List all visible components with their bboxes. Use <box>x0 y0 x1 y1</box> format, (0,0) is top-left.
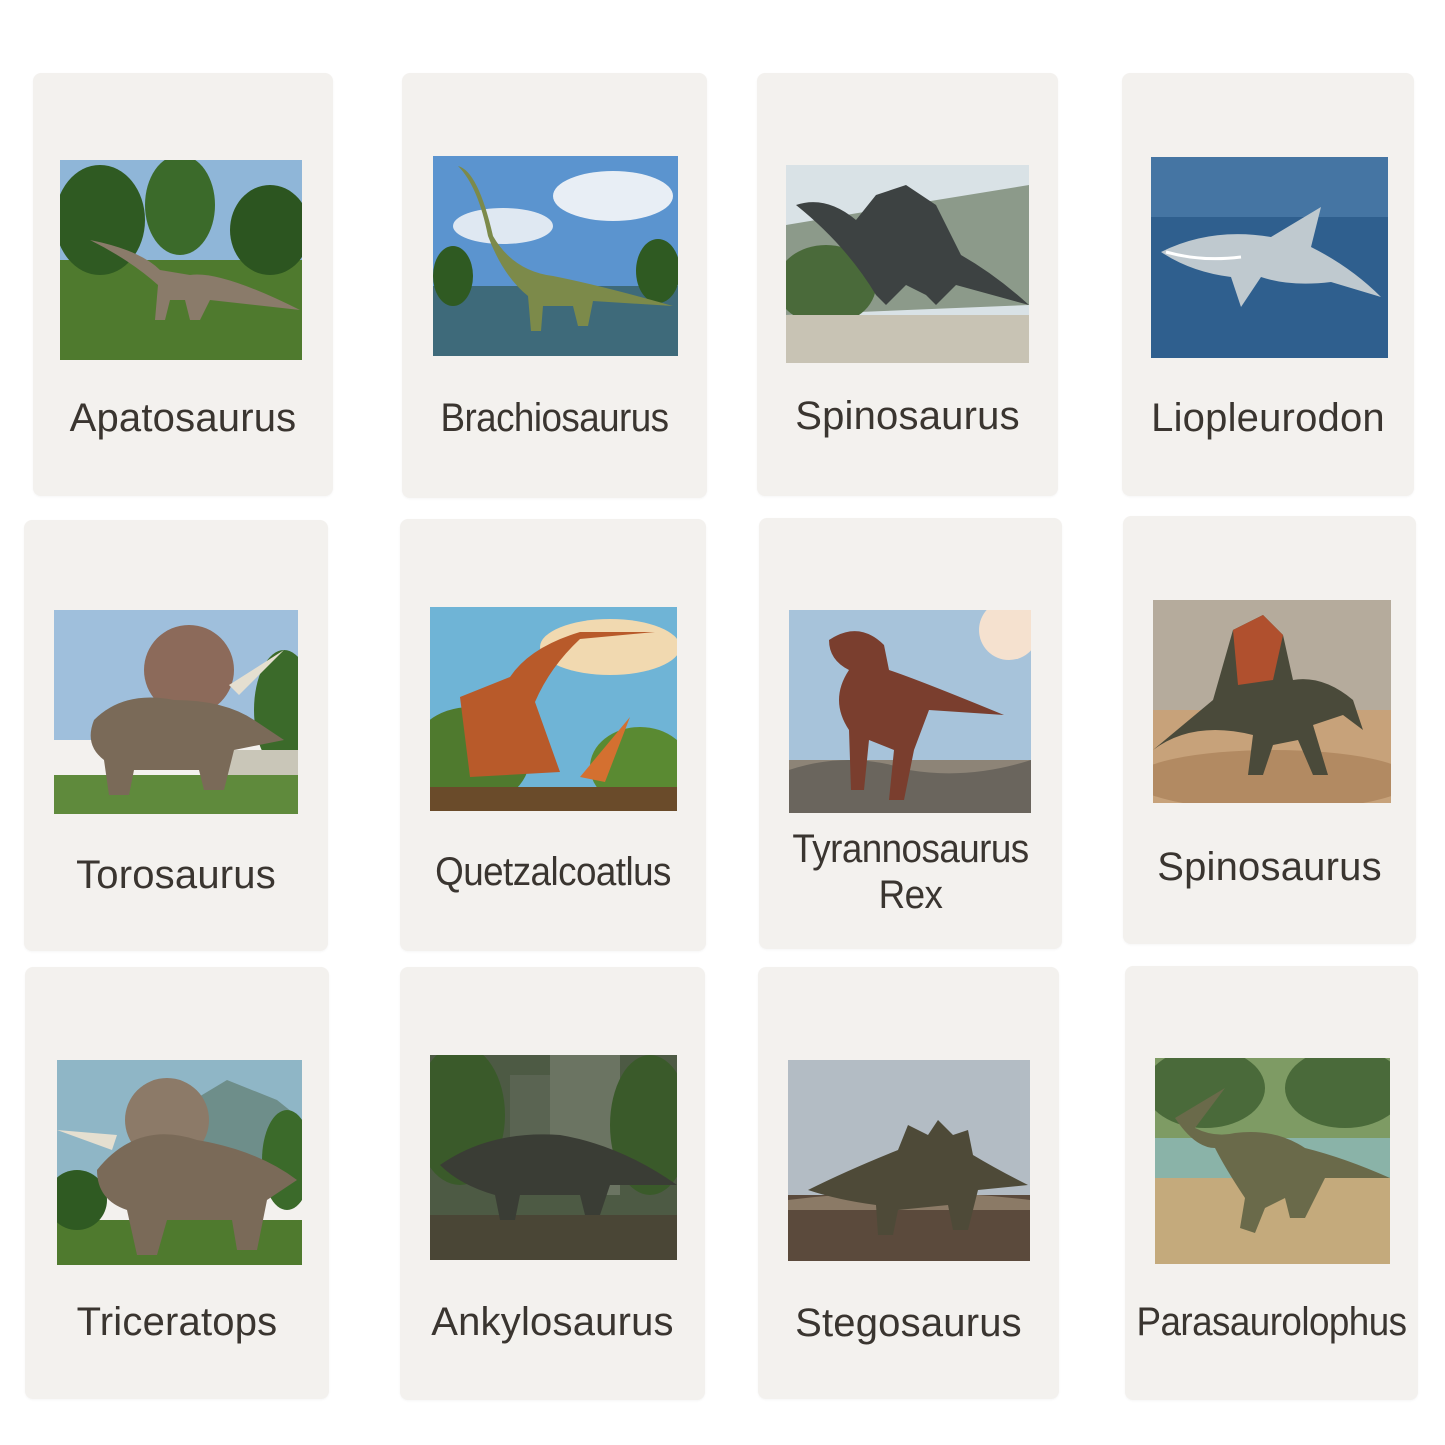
dinosaur-photo <box>1155 1058 1390 1264</box>
dinosaur-card: Apatosaurus <box>33 73 333 496</box>
dinosaur-name: Torosaurus <box>76 853 276 897</box>
dinosaur-card: Stegosaurus <box>758 967 1059 1399</box>
dinosaur-card: Torosaurus <box>24 520 328 951</box>
dinosaur-photo <box>430 1055 677 1260</box>
dinosaur-photo <box>788 1060 1030 1261</box>
dinosaur-card: Ankylosaurus <box>400 967 705 1400</box>
dinosaur-photo <box>430 607 677 811</box>
dinosaur-photo <box>1151 157 1388 358</box>
dinosaur-photo <box>433 156 678 356</box>
dinosaur-photo <box>60 160 302 360</box>
dinosaur-photo <box>786 165 1029 363</box>
dinosaur-photo <box>789 610 1031 813</box>
dinosaur-name: Tyrannosaurus Rex <box>792 827 1029 917</box>
dinosaur-name: Liopleurodon <box>1151 396 1385 440</box>
dinosaur-name: Ankylosaurus <box>431 1300 674 1344</box>
dinosaur-photo <box>54 610 298 814</box>
dinosaur-card: Tyrannosaurus Rex <box>759 518 1062 949</box>
dinosaur-card: Brachiosaurus <box>402 73 707 498</box>
dinosaur-name: Spinosaurus <box>1157 845 1382 889</box>
dinosaur-card: Liopleurodon <box>1122 73 1414 496</box>
dinosaur-name: Spinosaurus <box>795 394 1020 438</box>
dinosaur-name: Quetzalcoatlus <box>435 850 671 894</box>
dinosaur-name: Parasaurolophus <box>1136 1300 1408 1344</box>
dinosaur-name: Stegosaurus <box>795 1301 1022 1345</box>
dinosaur-card: Quetzalcoatlus <box>400 519 706 951</box>
dinosaur-photo <box>1153 600 1391 803</box>
dinosaur-name: Brachiosaurus <box>440 396 669 440</box>
dinosaur-card: Spinosaurus <box>1123 516 1416 944</box>
dinosaur-name: Triceratops <box>76 1300 278 1344</box>
dinosaur-name: Apatosaurus <box>69 396 297 440</box>
dinosaur-photo <box>57 1060 302 1265</box>
dinosaur-card: Spinosaurus <box>757 73 1058 496</box>
dinosaur-card: Parasaurolophus <box>1125 966 1418 1400</box>
dinosaur-card: Triceratops <box>25 967 329 1399</box>
